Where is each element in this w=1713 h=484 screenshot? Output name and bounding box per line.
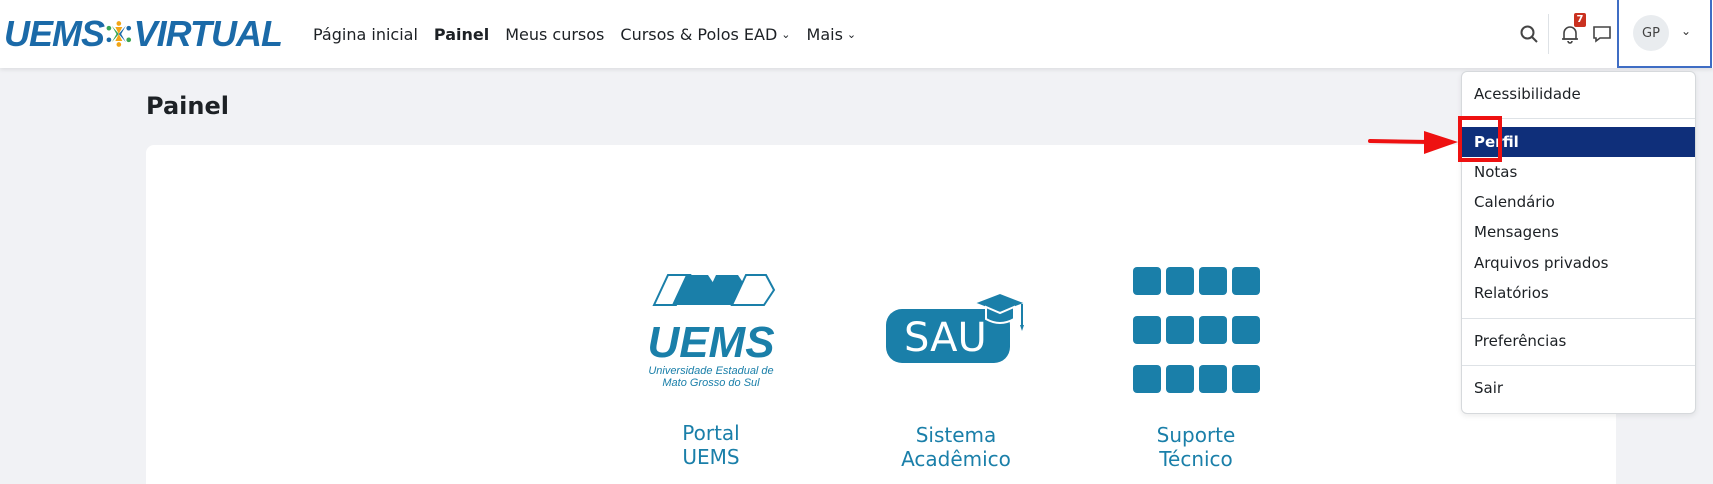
chevron-down-icon: ⌄ [846,27,857,41]
nav-my-courses-label: Meus cursos [505,24,605,44]
menu-item-acessibilidade[interactable]: Acessibilidade [1462,79,1695,109]
menu-item-mensagens[interactable]: Mensagens [1462,217,1695,247]
nav-home-label: Página inicial [313,24,418,44]
tile-suporte-tecnico[interactable]: Suporte Técnico [1121,265,1271,471]
dashboard-card: UEMS Universidade Estadual de Mato Gross… [146,145,1616,484]
chevron-down-icon: ⌄ [781,27,791,41]
menu-divider [1462,118,1695,119]
nav-more[interactable]: Mais ⌄ [807,25,857,44]
graduation-cap-icon [972,291,1028,331]
nav-dashboard[interactable]: Painel [434,25,489,44]
nav-my-courses[interactable]: Meus cursos [505,25,604,44]
tile-label-line2: Técnico [1159,447,1233,471]
tile-sistema-academico[interactable]: SAU Sistema Acadêmico [876,291,1036,471]
chat-icon[interactable] [1588,20,1616,48]
chevron-down-icon: ⌄ [1681,24,1692,38]
menu-item-calendario[interactable]: Calendário [1462,187,1695,217]
navbar-divider [1548,14,1549,54]
menu-item-preferencias[interactable]: Preferências [1462,326,1695,356]
menu-divider [1462,365,1695,366]
tile-label-line1: Portal [682,421,740,445]
user-menu: Acessibilidade Perfil Notas Calendário M… [1461,71,1696,414]
menu-item-sair[interactable]: Sair [1462,373,1695,403]
annotation-arrow-icon [1368,131,1458,154]
nav-dashboard-label: Painel [433,24,490,44]
tile-label-line2: UEMS [682,445,740,469]
uems-logo-icon [652,274,776,306]
logo-text-uems: UEMS [4,13,105,54]
notification-badge: 7 [1574,13,1586,27]
tile-label-line1: Sistema [915,423,997,447]
uems-logo-text: UEMS [647,318,775,367]
site-logo[interactable]: UEMS VIRTUAL [4,6,283,62]
tile-label-line1: Suporte [1156,423,1236,447]
user-menu-toggle[interactable]: GP ⌄ [1617,0,1712,68]
logo-emblem-icon [106,21,132,47]
menu-item-perfil[interactable]: Perfil [1462,127,1695,157]
grid-apps-icon [1133,267,1260,393]
tile-portal-uems[interactable]: UEMS Universidade Estadual de Mato Gross… [636,273,786,469]
menu-divider [1462,318,1695,319]
avatar: GP [1633,15,1669,51]
page-title: Painel [146,92,229,120]
search-icon[interactable] [1515,20,1543,48]
menu-item-relatorios[interactable]: Relatórios [1462,278,1695,308]
logo-text-virtual: VIRTUAL [133,13,283,54]
nav-more-label: Mais [806,24,843,44]
primary-nav: Página inicial Painel Meus cursos Cursos… [313,0,872,68]
nav-home[interactable]: Página inicial [313,25,418,44]
tile-label-line2: Acadêmico [901,447,1011,471]
uems-logo-subtitle-1: Universidade Estadual de [648,365,774,377]
uems-logo-subtitle-2: Mato Grosso do Sul [662,377,760,389]
menu-item-notas[interactable]: Notas [1462,157,1695,187]
top-navbar: UEMS VIRTUAL Página inicial Painel Meus … [0,0,1713,68]
nav-courses-polos[interactable]: Cursos & Polos EAD ⌄ [620,25,790,44]
nav-courses-polos-label: Cursos & Polos EAD [620,24,778,44]
menu-item-arquivos-privados[interactable]: Arquivos privados [1462,248,1695,278]
